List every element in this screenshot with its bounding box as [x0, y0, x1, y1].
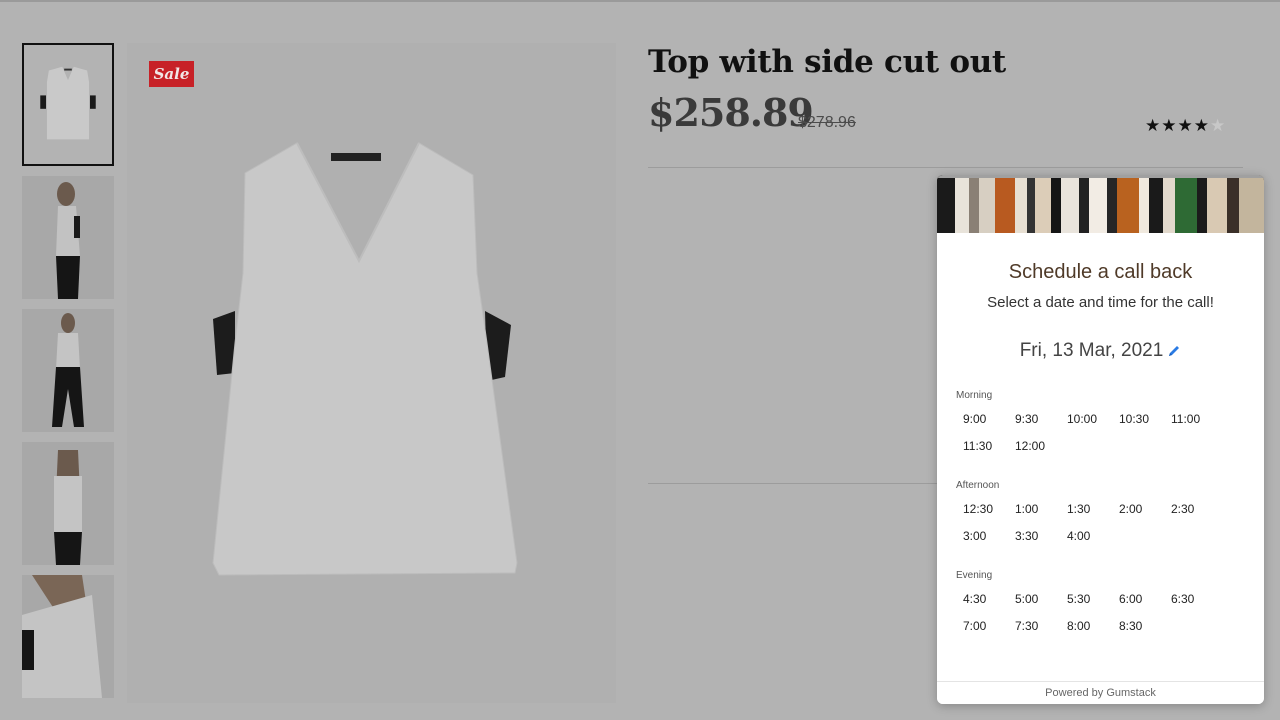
slot-group-morning: Morning 9:00 9:30 10:00 10:30 11:00 11:30 12:0…	[956, 390, 1256, 459]
time-slot-button[interactable]: 9:30	[1008, 406, 1060, 433]
time-slot-button[interactable]: 1:30	[1060, 496, 1112, 523]
time-slot-button[interactable]: 4:00	[1060, 523, 1112, 550]
slot-list: 12:30 1:00 1:30 2:00 2:30 3:00 3:30 4:00	[956, 496, 1256, 549]
star-icon: ★	[1145, 116, 1162, 135]
group-label: Afternoon	[956, 480, 1000, 491]
star-icon: ★	[1177, 116, 1194, 135]
slot-list: 9:00 9:30 10:00 10:30 11:00 11:30 12:00	[956, 406, 1256, 459]
rating-stars: ★★★★★	[1145, 116, 1226, 136]
time-slot-button[interactable]: 10:00	[1060, 406, 1112, 433]
group-label: Evening	[956, 570, 993, 581]
time-slot-button[interactable]: 2:30	[1164, 496, 1216, 523]
garment-image	[127, 43, 616, 703]
time-slot-button[interactable]: 12:30	[956, 496, 1008, 523]
star-icon: ★	[1161, 116, 1178, 135]
time-slot-button[interactable]: 4:30	[956, 586, 1008, 613]
pencil-icon[interactable]	[1167, 344, 1181, 358]
date-selector[interactable]: Fri, 13 Mar, 2021	[937, 340, 1264, 362]
sale-badge: Sale	[149, 61, 194, 87]
time-slot-button[interactable]: 3:00	[956, 523, 1008, 550]
time-slot-button[interactable]: 8:30	[1112, 613, 1164, 640]
thumbnail-model-front[interactable]	[22, 309, 114, 432]
time-slot-button[interactable]: 6:00	[1112, 586, 1164, 613]
time-slot-button[interactable]: 8:00	[1060, 613, 1112, 640]
thumbnail-garment-front[interactable]	[22, 43, 114, 166]
time-slot-button[interactable]: 6:30	[1164, 586, 1216, 613]
selected-date: Fri, 13 Mar, 2021	[1019, 340, 1164, 361]
garment-thumbnail-image	[24, 45, 112, 164]
time-slot-button[interactable]: 3:30	[1008, 523, 1060, 550]
main-product-image[interactable]: Sale	[127, 43, 616, 703]
schedule-callback-widget: Schedule a call back Select a date and t…	[937, 175, 1264, 704]
time-slot-button[interactable]: 7:00	[956, 613, 1008, 640]
product-price: $258.89	[648, 90, 814, 135]
time-slot-button[interactable]: 5:00	[1008, 586, 1060, 613]
model-closeup-thumbnail-image	[22, 575, 114, 698]
slot-group-evening: Evening 4:30 5:00 5:30 6:00 6:30 7:00 7:30 8:00…	[956, 570, 1256, 639]
thumbnail-model-closeup[interactable]	[22, 575, 114, 698]
time-slot-button[interactable]: 7:30	[1008, 613, 1060, 640]
time-slot-button[interactable]: 1:00	[1008, 496, 1060, 523]
product-old-price: $278.96	[798, 114, 856, 131]
group-label: Morning	[956, 390, 993, 401]
powered-by-footer: Powered by Gumstack	[937, 681, 1264, 704]
widget-subtitle: Select a date and time for the call!	[987, 294, 1214, 311]
time-slot-button[interactable]: 2:00	[1112, 496, 1164, 523]
widget-title: Schedule a call back	[1008, 261, 1193, 283]
product-title: Top with side cut out	[648, 44, 1006, 80]
clothing-rack-banner-image	[937, 175, 1264, 233]
star-empty-icon: ★	[1210, 116, 1227, 135]
thumbnail-model-back[interactable]	[22, 442, 114, 565]
model-front-thumbnail-image	[22, 309, 114, 432]
time-slot-button[interactable]: 5:30	[1060, 586, 1112, 613]
time-slot-button[interactable]: 11:30	[956, 433, 1008, 460]
model-side-thumbnail-image	[22, 176, 114, 299]
thumbnail-model-side[interactable]	[22, 176, 114, 299]
star-icon: ★	[1193, 116, 1210, 135]
thumbnail-list	[22, 43, 115, 708]
divider	[648, 167, 1243, 168]
page-top-border	[0, 0, 1280, 2]
time-slot-button[interactable]: 10:30	[1112, 406, 1164, 433]
time-slot-button[interactable]: 11:00	[1164, 406, 1216, 433]
model-back-thumbnail-image	[22, 442, 114, 565]
time-slot-button[interactable]: 9:00	[956, 406, 1008, 433]
slot-group-afternoon: Afternoon 12:30 1:00 1:30 2:00 2:30 3:00 3:30 4…	[956, 480, 1256, 549]
time-slot-button[interactable]: 12:00	[1008, 433, 1060, 460]
slot-list: 4:30 5:00 5:30 6:00 6:30 7:00 7:30 8:00 8:30	[956, 586, 1256, 639]
divider	[648, 483, 938, 484]
